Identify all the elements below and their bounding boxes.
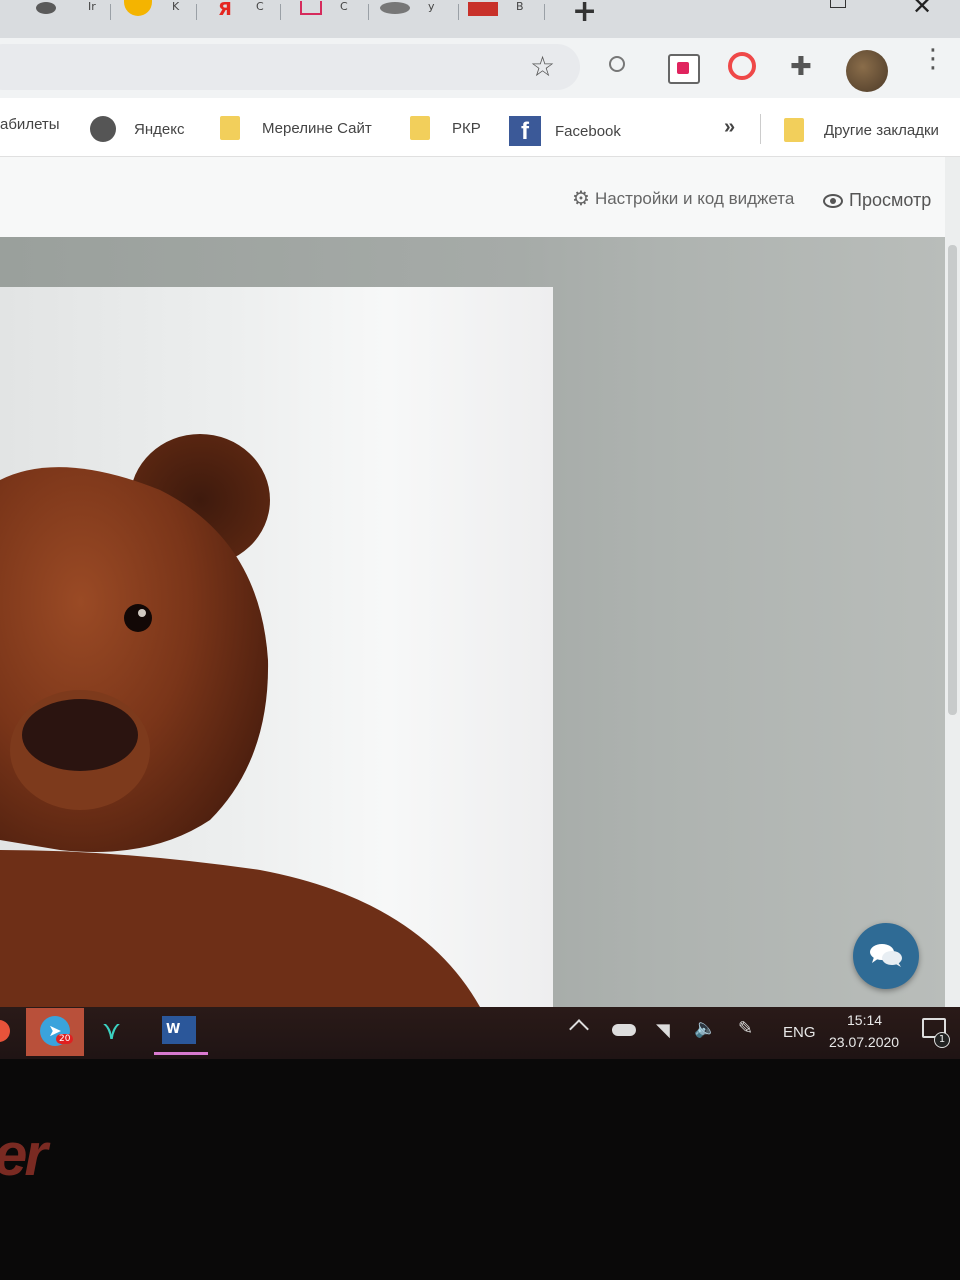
tab-strip: Ir K Я C C y B + ✕	[0, 0, 960, 38]
tab-3-title: C	[256, 0, 264, 13]
tab-separator	[196, 4, 197, 20]
tab-4[interactable]: C	[300, 0, 360, 30]
word-taskbar-button[interactable]: W	[154, 1008, 208, 1056]
monitor-brand-logo: er	[0, 1121, 48, 1188]
preview-link[interactable]: Просмотр	[823, 190, 931, 211]
clock-date[interactable]: 23.07.2020	[829, 1034, 899, 1050]
bookmark-star-icon[interactable]: ☆	[530, 50, 555, 83]
tab-favicon-icon	[36, 2, 56, 14]
bird-app-icon[interactable]: ⋎	[102, 1016, 121, 1046]
bookmark-label: Мерелине Сайт	[262, 119, 372, 137]
bookmark-label: Facebook	[555, 122, 621, 140]
word-icon: W	[162, 1016, 196, 1044]
chat-bubbles-icon	[870, 944, 902, 967]
volume-icon[interactable]: 🔈	[694, 1018, 716, 1039]
yandex-icon: Я	[218, 0, 232, 20]
tab-4-title: C	[340, 0, 348, 13]
bookmark-merelin-site[interactable]: Мерелине Сайт	[220, 116, 372, 140]
bookmarks-overflow-button[interactable]: »	[724, 116, 735, 139]
bookmark-tickets[interactable]: абилеты	[0, 116, 60, 133]
onedrive-cloud-icon[interactable]	[612, 1024, 636, 1036]
windows-taskbar	[0, 1007, 960, 1059]
tab-2-title: K	[172, 0, 180, 13]
pen-ink-icon[interactable]: ✎	[738, 1018, 753, 1039]
tab-5[interactable]: y	[380, 0, 450, 30]
tab-1-title: Ir	[88, 0, 96, 13]
bookmark-other[interactable]: Другие закладки	[784, 118, 939, 142]
bookmarks-divider	[760, 114, 761, 144]
tab-3[interactable]: Я C	[218, 0, 278, 30]
close-window-button[interactable]: ✕	[912, 0, 932, 20]
folder-icon	[784, 118, 804, 142]
folder-icon	[220, 116, 240, 140]
facebook-icon: f	[509, 116, 541, 146]
page-header	[0, 157, 945, 237]
globe-icon	[90, 116, 116, 142]
play-icon	[124, 0, 152, 16]
pocket-mark	[677, 62, 689, 74]
clock-time[interactable]: 15:14	[847, 1012, 882, 1028]
extension-spiral-icon[interactable]	[728, 52, 756, 80]
extension-pocket-icon[interactable]	[668, 54, 700, 84]
tab-separator	[458, 4, 459, 20]
zoom-search-icon[interactable]	[609, 56, 625, 72]
tab-favicon-icon	[468, 2, 498, 16]
gear-icon: ⚙	[572, 188, 590, 210]
new-tab-button[interactable]: +	[572, 0, 597, 29]
bookmark-label: абилеты	[0, 116, 60, 133]
bookmark-label: Яндекс	[134, 120, 185, 138]
tab-6[interactable]: B	[468, 0, 538, 30]
extensions-puzzle-icon[interactable]: ✚	[790, 52, 812, 82]
language-indicator[interactable]: ENG	[783, 1024, 816, 1041]
site-icon	[300, 1, 322, 15]
telegram-taskbar-button[interactable]: ➤ 20	[26, 1008, 84, 1056]
tab-6-title: B	[516, 0, 524, 13]
notification-count-badge: 1	[934, 1032, 950, 1048]
active-app-indicator	[154, 1052, 208, 1055]
tab-2[interactable]: K	[124, 0, 194, 30]
monitor-bezel	[0, 1059, 960, 1280]
tab-1[interactable]: Ir	[36, 0, 96, 30]
bookmark-facebook[interactable]: f Facebook	[509, 116, 621, 146]
telegram-unread-badge: 20	[56, 1034, 74, 1044]
bookmark-label: РКР	[452, 119, 481, 137]
tab-5-title: y	[428, 0, 435, 13]
tab-separator	[368, 4, 369, 20]
chat-widget-button[interactable]	[853, 923, 919, 989]
widget-settings-label: Настройки и код виджета	[594, 188, 795, 208]
profile-avatar[interactable]	[846, 50, 888, 92]
bookmark-label: Другие закладки	[824, 121, 939, 139]
menu-kebab-icon[interactable]: ⋮	[920, 46, 946, 72]
scrollbar-thumb[interactable]	[948, 245, 957, 715]
preview-label: Просмотр	[849, 190, 932, 210]
eye-icon	[823, 193, 843, 208]
tab-separator	[110, 4, 111, 20]
restore-window-button[interactable]	[830, 0, 846, 8]
bookmark-rkr[interactable]: РКР	[410, 116, 481, 140]
folder-icon	[410, 116, 430, 140]
wifi-icon[interactable]: ◥	[656, 1020, 670, 1041]
tab-separator	[544, 4, 545, 20]
more-chevron-icon: »	[724, 116, 736, 138]
eye-pupil	[830, 197, 836, 204]
bookmark-yandex[interactable]: Яндекс	[90, 116, 184, 142]
tab-favicon-icon	[380, 2, 410, 14]
teddy-bear-image	[0, 434, 480, 1007]
tab-separator	[280, 4, 281, 20]
address-bar[interactable]	[0, 44, 580, 90]
widget-settings-link[interactable]: ⚙ Настройки и код виджета	[572, 186, 794, 211]
